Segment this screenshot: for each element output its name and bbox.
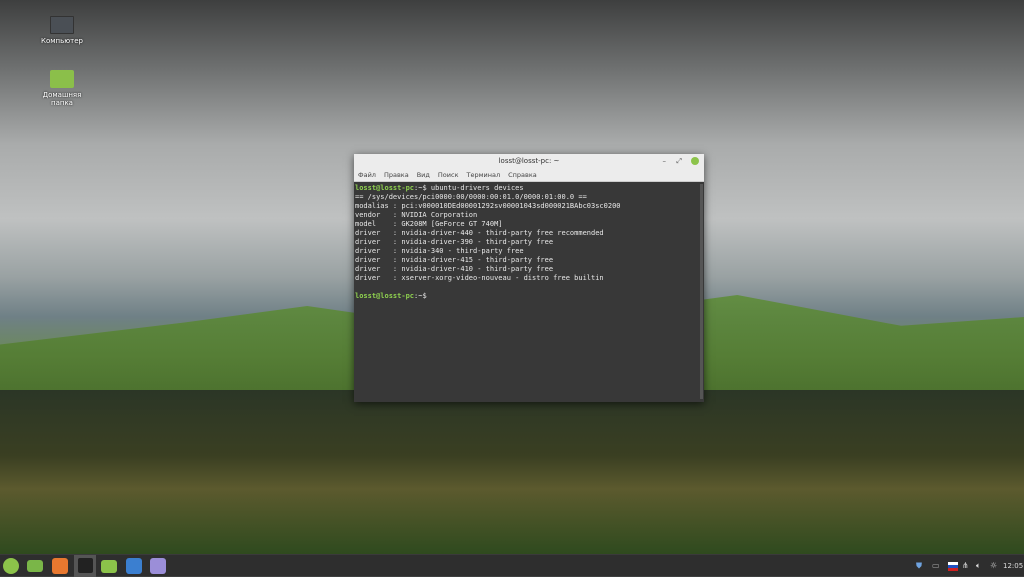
menu-file[interactable]: Файл (358, 171, 376, 179)
output-line: driver : nvidia-driver-410 - third-party… (355, 265, 554, 273)
menu-terminal[interactable]: Терминал (467, 171, 501, 179)
prompt: losst@losst-pc (355, 184, 415, 192)
prompt-suffix: :~$ (414, 292, 427, 300)
output-line: driver : nvidia-driver-440 - third-party… (355, 229, 604, 237)
output-line: driver : nvidia-340 - third-party free (355, 247, 524, 255)
brightness-icon[interactable]: ☼ (990, 555, 997, 577)
desktop-icon-label: Компьютер (41, 37, 83, 45)
terminal-taskbar-button[interactable] (74, 555, 96, 577)
menu-bar: Файл Правка Вид Поиск Терминал Справка (354, 168, 704, 182)
menu-view[interactable]: Вид (417, 171, 430, 179)
mint-menu-icon[interactable] (3, 558, 19, 574)
computer-icon (50, 16, 74, 34)
terminal-window[interactable]: losst@losst-pc: ~ – ⤢ Файл Правка Вид Поиск… (354, 154, 704, 402)
show-desktop-icon[interactable] (27, 560, 43, 572)
output-line: driver : nvidia-driver-415 - third-party… (355, 256, 554, 264)
output-line: driver : nvidia-driver-390 - third-party… (355, 238, 554, 246)
battery-icon[interactable]: ▭ (932, 555, 940, 577)
home-folder-icon (50, 70, 74, 88)
maximize-button[interactable]: ⤢ (676, 154, 682, 168)
taskbar: ⛊ ▭ ⋔ 🔈︎ ☼ 12:05 (0, 554, 1024, 577)
output-line: == /sys/devices/pci0000:00/0000:00:01.0/… (355, 193, 587, 201)
keyboard-layout-flag-icon[interactable] (948, 562, 958, 571)
desktop-icon-computer[interactable]: Компьютер (32, 16, 92, 45)
output-line: vendor : NVIDIA Corporation (355, 211, 478, 219)
terminal-icon (77, 558, 93, 573)
menu-search[interactable]: Поиск (438, 171, 459, 179)
close-button[interactable] (691, 157, 699, 165)
wallpaper-ground (0, 390, 1024, 555)
window-title: losst@losst-pc: ~ (498, 157, 560, 165)
output-line: model : GK208M [GeForce GT 740M] (355, 220, 503, 228)
firefox-icon[interactable] (52, 558, 68, 574)
network-icon[interactable]: ⋔ (962, 555, 969, 577)
text-editor-icon[interactable] (150, 558, 166, 574)
clock[interactable]: 12:05 (1003, 555, 1023, 577)
shield-icon[interactable]: ⛊ (916, 555, 922, 577)
menu-help[interactable]: Справка (508, 171, 537, 179)
prompt-suffix: :~$ (414, 184, 427, 192)
minimize-button[interactable]: – (663, 154, 667, 168)
output-line: modalias : pci:v000010DEd00001292sv00001… (355, 202, 621, 210)
menu-edit[interactable]: Правка (384, 171, 409, 179)
command: ubuntu-drivers devices (426, 184, 524, 192)
files-icon[interactable] (101, 560, 117, 573)
prompt: losst@losst-pc (355, 292, 415, 300)
title-bar[interactable]: losst@losst-pc: ~ – ⤢ (354, 154, 704, 168)
desktop-icon-home[interactable]: Домашняя папка (32, 70, 92, 107)
scrollbar[interactable] (700, 184, 703, 399)
camera-icon[interactable] (126, 558, 142, 574)
volume-icon[interactable]: 🔈︎ (976, 555, 981, 577)
desktop-icon-label: Домашняя папка (42, 91, 82, 107)
terminal-output[interactable]: losst@losst-pc:~$ ubuntu-drivers devices… (354, 182, 704, 303)
output-line: driver : xserver-xorg-video-nouveau - di… (355, 274, 604, 282)
